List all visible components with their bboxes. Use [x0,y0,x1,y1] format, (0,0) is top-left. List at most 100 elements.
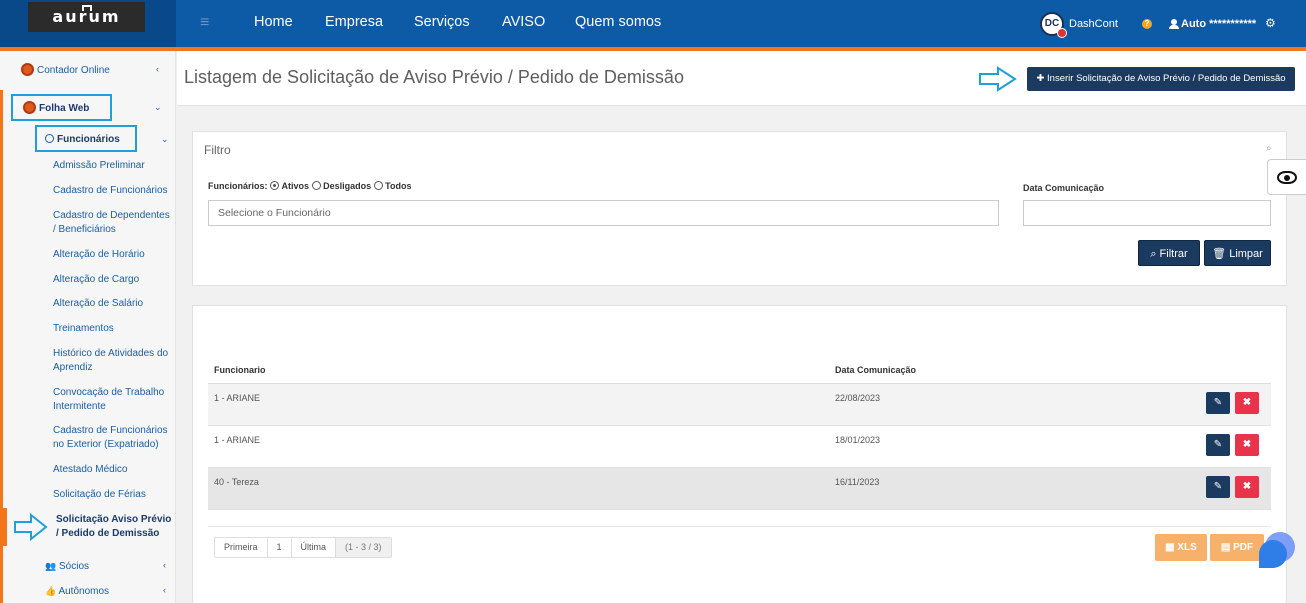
logo-area: aurum [0,0,176,47]
delete-button[interactable]: ✖ [1235,476,1259,498]
radio-todos-label: Todos [385,181,412,191]
cell-data: 22/08/2023 [835,393,881,403]
nav-quem-somos[interactable]: Quem somos [575,14,661,30]
clear-button[interactable]: 🗑 Limpar [1204,240,1271,266]
page-title: Listagem de Solicitação de Aviso Prévio … [184,67,684,87]
socios-label: Sócios [59,561,90,572]
sidebar-sub-item[interactable]: Cadastro de Funcionários [53,184,171,198]
cell-data: 16/11/2023 [835,477,880,487]
autonomos-label: Autônomos [58,586,110,597]
export-xls-button[interactable]: ▦ XLS [1155,534,1207,561]
sidebar-item-autonomos[interactable]: 👍 Autônomos [45,584,109,599]
sidebar-sub-item[interactable]: Histórico de Atividades do Aprendiz [53,347,171,375]
table-footer-divider [208,526,1271,527]
thumbs-up-icon: 👍 [45,586,57,596]
nav-servicos[interactable]: Serviços [414,14,470,30]
filter-button[interactable]: ⌕ Filtrar [1138,240,1200,266]
user-menu[interactable]: Auto *********** [1181,18,1256,30]
arrow-right-icon-sidebar [14,513,48,541]
table-row: 1 - ARIANE 18/01/2023 ✎ ✖ [208,426,1271,468]
date-input[interactable] [1023,200,1271,226]
employee-select[interactable]: Selecione o Funcionário [208,200,999,226]
radio-todos[interactable] [373,181,383,190]
pdf-label: PDF [1233,542,1254,553]
export-pdf-button[interactable]: ▤ PDF [1210,534,1264,561]
chevron-left-icon[interactable]: ‹ [156,64,159,74]
funcionarios-label: Funcionários [57,134,120,145]
chevron-down-icon[interactable]: ⌄ [154,102,162,113]
clear-button-label: Limpar [1229,248,1263,260]
filter-title: Filtro [204,143,231,157]
pencil-icon: ✎ [1213,397,1223,408]
help-icon[interactable]: ? [1142,19,1152,29]
xls-label: XLS [1177,542,1197,553]
eye-icon [1277,171,1297,184]
contador-online-label: Contador Online [37,65,110,76]
delete-button[interactable]: ✖ [1235,392,1259,414]
table-row: 1 - ARIANE 22/08/2023 ✎ ✖ [208,384,1271,426]
sidebar-sub-item[interactable]: Alteração de Horário [53,248,171,262]
radio-desligados-label: Desligados [323,181,372,191]
sidebar-sub-item[interactable]: Cadastro de Dependentes / Beneficiários [53,209,171,237]
funcionarios-label: Funcionários: [208,181,268,191]
gear-icon[interactable]: ⚙ [1265,16,1276,30]
chevron-down-icon-2[interactable]: ⌄ [161,134,169,145]
close-icon: ✖ [1242,439,1252,450]
delete-button[interactable]: ✖ [1235,434,1259,456]
nav-aviso[interactable]: AVISO [502,14,545,30]
cell-funcionario: 40 - Tereza [214,477,259,487]
edit-button[interactable]: ✎ [1206,392,1230,414]
nav-empresa[interactable]: Empresa [325,14,383,30]
sidebar-item-solicitacao-aviso[interactable]: Solicitação Aviso Prévio / Pedido de Dem… [56,513,174,541]
pager-first[interactable]: Primeira [215,538,268,557]
column-header-funcionario[interactable]: Funcionario [214,365,266,375]
sidebar-sub-item[interactable]: Alteração de Cargo [53,273,171,287]
cell-data: 18/01/2023 [835,435,881,445]
sidebar-item-folha-web[interactable]: Folha Web [23,101,89,116]
sidebar-sub-item[interactable]: Convocação de Trabalho Intermitente [53,386,171,414]
folha-web-icon [23,101,36,114]
radio-ativos-label: Ativos [281,181,310,191]
dashcont-badge-icon [1057,28,1067,38]
sidebar-sub-item[interactable]: Cadastro de Funcionários no Exterior (Ex… [53,424,171,452]
edit-button[interactable]: ✎ [1206,434,1230,456]
sidebar-item-socios[interactable]: 👥 Sócios [45,559,89,574]
sidebar-sub-item[interactable]: Admissão Preliminar [53,159,171,173]
filter-button-label: Filtrar [1159,248,1188,260]
column-header-data[interactable]: Data Comunicação [835,365,916,375]
pencil-icon: ✎ [1213,439,1223,450]
search-icon[interactable]: ⌕ [1266,143,1272,154]
sidebar-sub-item[interactable]: Treinamentos [53,322,171,336]
nav-home[interactable]: Home [254,14,293,30]
folha-web-label: Folha Web [39,103,90,114]
dashcont-link[interactable]: DashCont [1069,18,1118,30]
arrow-right-icon-header [979,66,1017,92]
help-icon-glyph: ? [1144,19,1150,28]
sidebar-sub-item[interactable]: Solicitação de Férias [53,488,171,502]
pager-page-1[interactable]: 1 [268,538,292,557]
sidebar-item-funcionarios[interactable]: Funcionários [45,133,120,147]
eye-toggle-tab[interactable] [1267,159,1306,195]
insert-request-button[interactable]: ✚ Inserir Solicitação de Aviso Prévio / … [1027,67,1295,91]
cell-funcionario: 1 - ARIANE [214,393,261,403]
radio-ativos[interactable] [270,181,280,190]
pencil-icon: ✎ [1213,481,1223,492]
radio-desligados[interactable] [311,181,321,190]
menu-toggle-icon[interactable]: ≡ [200,14,209,32]
sidebar-sub-item[interactable]: Alteração de Salário [53,297,171,311]
insert-button-label: Inserir Solicitação de Aviso Prévio / Pe… [1047,73,1286,84]
sidebar-item-contador-online[interactable]: Contador Online [21,63,110,78]
pagination: Primeira 1 Última (1 - 3 / 3) [214,537,392,558]
cell-funcionario: 1 - ARIANE [214,435,261,445]
chevron-left-icon-2[interactable]: ‹ [163,560,166,570]
active-item-accent [0,508,7,546]
add-user-icon: 👥 [45,561,57,571]
aurum-logo[interactable]: aurum [28,2,145,32]
chevron-left-icon-3[interactable]: ‹ [163,585,166,595]
chat-widget-icon[interactable] [1258,531,1296,569]
pager-last[interactable]: Última [292,538,337,557]
logo-mark [82,5,92,11]
file-excel-icon: ▦ [1165,542,1175,553]
sidebar-sub-item[interactable]: Atestado Médico [53,463,171,477]
edit-button[interactable]: ✎ [1206,476,1230,498]
